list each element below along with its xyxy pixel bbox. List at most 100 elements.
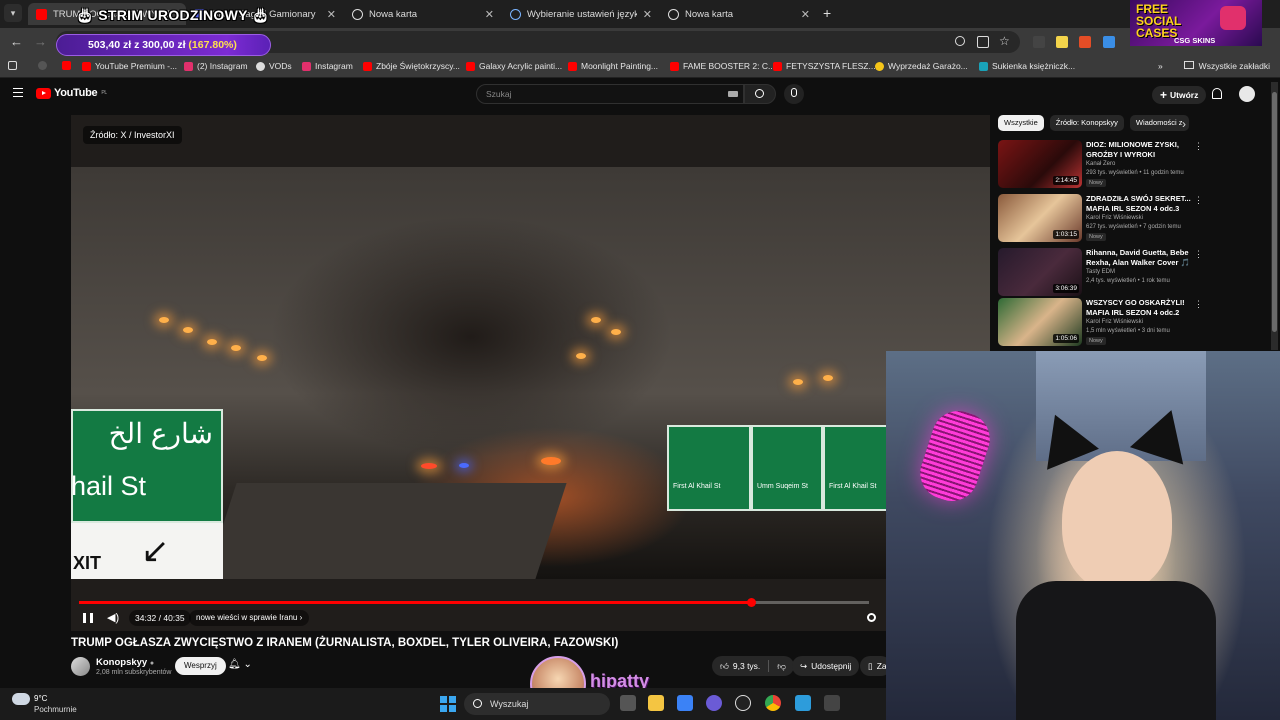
channel-avatar[interactable] [71,657,90,676]
account-avatar[interactable] [1239,86,1255,102]
more-options-icon[interactable]: ⋮ [1194,299,1203,310]
close-tab-icon[interactable]: ✕ [801,8,810,21]
voice-search-button[interactable] [784,84,804,104]
microphone-icon [791,88,797,97]
bookmark-label: VODs [269,61,292,71]
notifications-bell-icon[interactable] [1212,88,1222,99]
store-icon[interactable] [677,695,693,711]
bookmark-item[interactable]: VODs [256,61,292,71]
cast-icon[interactable] [977,36,989,48]
more-options-icon[interactable]: ⋮ [1194,195,1203,206]
new-tab-button[interactable]: + [823,5,831,21]
close-tab-icon[interactable]: ✕ [643,8,652,21]
chip-all[interactable]: Wszystkie [998,115,1044,131]
extension-icon[interactable] [1056,36,1068,48]
related-meta: 627 tys. wyświetleń • 7 godzin temu [1086,224,1181,230]
bookmark-item[interactable]: (2) Instagram [184,61,248,71]
video-player[interactable]: شارع الخ hail St XIT ↙ First Al Khail St… [71,115,990,631]
page-scrollbar[interactable] [1271,82,1278,350]
cloud-icon[interactable] [12,693,30,705]
instagram-icon [302,61,311,71]
related-meta: 1,5 mln wyświetleń • 3 dni temu [1086,328,1170,334]
related-video[interactable]: 1:03:15 ZDRADZIŁA SWÓJ SEKRET... MAFIA I… [998,194,1210,244]
back-button[interactable]: ← [10,34,23,49]
taskbar-search[interactable]: Wyszukaj [464,693,610,715]
tab-new-1[interactable]: Nowa karta ✕ [344,3,502,25]
chip-news[interactable]: Wiadomości z [1129,115,1189,131]
bookmark-item[interactable]: Instagram [302,61,353,71]
goal-target: 300,00 zł [142,39,186,51]
tab-title: Nowa karta [685,8,734,20]
search-button[interactable] [744,84,776,104]
app-icon[interactable] [706,695,722,711]
support-button[interactable]: Wesprzyj [175,657,226,675]
weather-description: Pochmurnie [34,705,77,714]
menu-icon[interactable] [13,88,23,97]
share-button[interactable]: ↪ Udostępnij [792,656,860,676]
keyboard-icon[interactable] [728,91,738,97]
bookmark-star-icon[interactable]: ☆ [999,34,1011,48]
search-input[interactable]: Szukaj [476,84,744,104]
related-video[interactable]: 1:05:06 WSZYSCY GO OSKARŻYLI! MAFIA IRL … [998,298,1210,348]
tab-new-2[interactable]: Nowa karta ✕ [660,3,818,25]
volume-icon[interactable]: ◀) [107,611,119,624]
extension-icon[interactable] [1079,36,1091,48]
file-explorer-icon[interactable] [648,695,664,711]
verified-icon: ● [149,660,155,667]
related-video[interactable]: 3:06:39 Rihanna, David Guetta, Bebe Rexh… [998,248,1210,298]
create-button[interactable]: + Utwórz [1152,86,1207,104]
youtube-icon [82,61,91,71]
like-button[interactable]: 👍︎ 9,3 tys. 👎︎ [712,656,794,676]
chevron-right-icon[interactable]: › [1182,117,1186,131]
notepad-icon[interactable] [795,695,811,711]
related-channel: Karol Friz Wiśniewski [1086,319,1144,325]
more-options-icon[interactable]: ⋮ [1194,249,1203,260]
bookmark-item[interactable]: Zbóje Świętokrzyscy... [363,61,460,71]
close-tab-icon[interactable]: ✕ [327,8,336,21]
bookmarks-overflow-icon[interactable]: » [1158,61,1163,71]
related-channel: Karol Friz Wiśniewski [1086,215,1144,221]
chip-source[interactable]: Źródło: Konopskyy [1049,115,1124,131]
extension-icon[interactable] [1033,36,1045,48]
bookmark-item[interactable]: FETYSZYSTA FLESZ... [773,61,876,71]
video-progress-bar[interactable] [79,598,869,607]
tab-language-settings[interactable]: Wybieranie ustawień językowych ✕ [502,3,660,25]
bookmark-item[interactable]: Wyprzedaż Garażo... [875,61,968,71]
chapter-button[interactable]: nowe wieści w sprawie Iranu › [189,610,310,626]
search-icon [473,699,482,708]
bookmark-youtube-icon[interactable] [62,61,71,70]
youtube-logo[interactable]: YouTube PL [36,87,107,99]
app-icon[interactable] [735,695,751,711]
subscribe-bell-icon[interactable]: 🔔︎ ⌄ [228,659,252,670]
zoom-icon[interactable] [955,36,965,46]
exit-sign: XIT ↙ [71,523,223,579]
video-duration: 1:03:15 [1053,230,1079,239]
logo-text: YouTube [54,87,98,99]
settings-gear-icon[interactable] [867,613,876,622]
close-tab-icon[interactable]: ✕ [485,8,494,21]
bookmark-item[interactable]: Moonlight Painting... [568,61,658,71]
bookmark-item[interactable]: YouTube Premium -... [82,61,177,71]
related-video[interactable]: 2:14:45 DIOZ: MILIONOWE ZYSKI, GROŹBY I … [998,140,1210,190]
road-sign-right: First Al Khail St [667,425,751,511]
bookmark-item[interactable]: Galaxy Acrylic painti... [466,61,562,71]
bookmark-item[interactable]: Sukienka księżniczk... [979,61,1075,71]
thumbs-down-icon[interactable]: 👎︎ [777,656,786,676]
bookmark-shortcut-icon[interactable] [38,61,47,70]
bookmark-item[interactable]: FAME BOOSTER 2: C... [670,61,775,71]
video-duration: 2:14:45 [1053,176,1079,185]
tab-search-button[interactable]: ▾ [4,4,22,22]
forward-button[interactable]: → [34,34,47,49]
more-options-icon[interactable]: ⋮ [1194,141,1203,152]
windows-start-icon[interactable] [440,696,456,712]
extension-icon[interactable] [1103,36,1115,48]
progress-scrubber[interactable] [747,598,757,607]
new-badge: Nowy [1086,337,1106,345]
app-icon[interactable] [824,695,840,711]
all-bookmarks-button[interactable]: Wszystkie zakładki [1183,61,1270,71]
apps-grid-icon[interactable] [8,61,17,70]
chrome-icon[interactable] [765,695,781,711]
task-view-icon[interactable] [620,695,636,711]
pause-icon[interactable] [83,613,93,623]
channel-name[interactable]: Konopskyy ● [96,657,154,668]
